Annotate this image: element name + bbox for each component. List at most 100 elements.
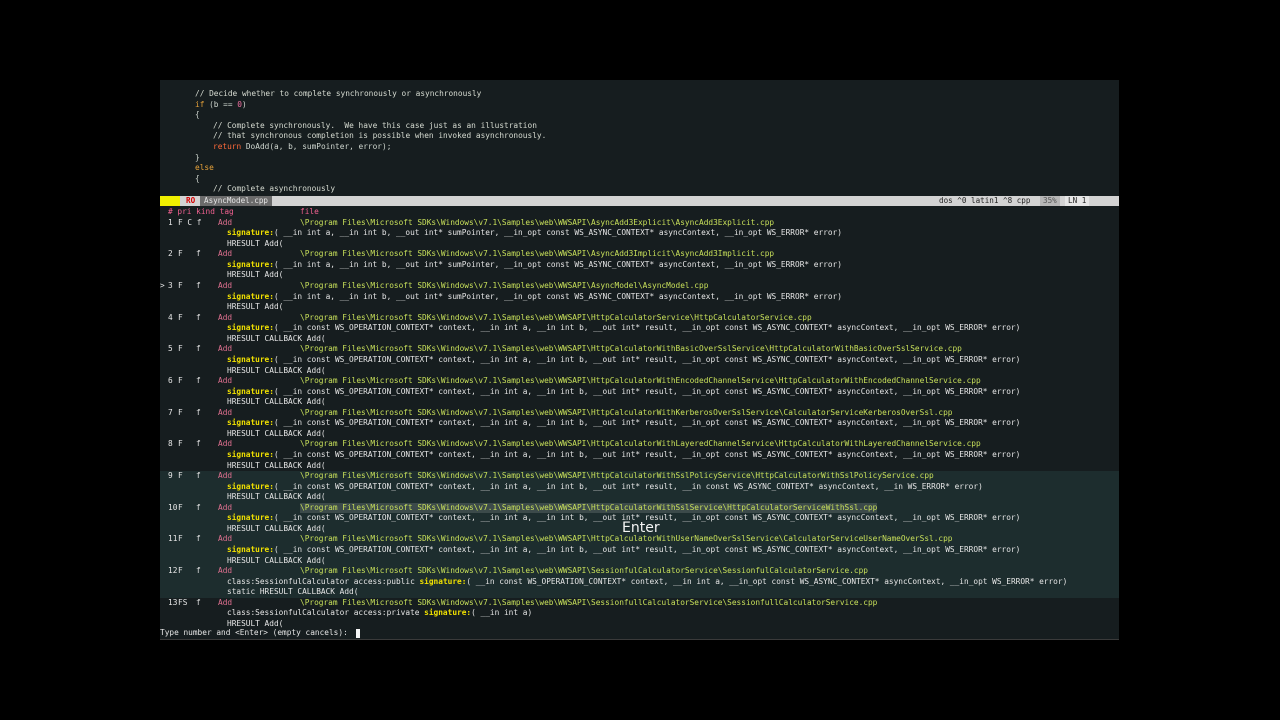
code-line: // Decide whether to complete synchronou… xyxy=(160,89,1119,100)
code-token: if xyxy=(195,99,205,109)
signature-prefix: class:SessionfulCalculator access:privat… xyxy=(227,608,425,618)
entry-pri: F xyxy=(178,471,183,481)
signature-keyword: signature: xyxy=(227,259,274,269)
status-line-number: LN 1 xyxy=(1065,196,1090,206)
entry-kind: f xyxy=(196,249,201,259)
entry-signature: class:SessionfulCalculator access:privat… xyxy=(227,608,532,619)
signature-text: ( __in const WS_OPERATION_CONTEXT* conte… xyxy=(273,386,1021,396)
entry-signature: signature:( __in const WS_OPERATION_CONT… xyxy=(227,545,1020,556)
entry-tag: Add xyxy=(218,312,233,322)
code-token: // Complete asynchronously xyxy=(213,184,336,194)
entry-pri: F xyxy=(178,280,183,290)
entry-kind: f xyxy=(196,597,201,607)
entry-signature: signature:( __in const WS_OPERATION_CONT… xyxy=(227,387,1020,398)
entry-pri: FS xyxy=(178,597,188,607)
status-filename: AsyncModel.cpp xyxy=(200,196,273,206)
tag-entry[interactable]: 1 F C f Add \Program Files\Microsoft SDKs\W… xyxy=(160,218,1119,250)
entry-number: 8 xyxy=(168,439,173,449)
entry-pri: F xyxy=(178,439,183,449)
status-encoding: dos ^0 latin1 ^8 cpp xyxy=(939,196,1031,205)
tag-entry[interactable]: 6 Ff Add \Program Files\Microsoft SDKs\Wind… xyxy=(160,376,1119,408)
signature-keyword: signature: xyxy=(227,418,274,428)
entry-file-path: \Program Files\Microsoft SDKs\Windows\v7… xyxy=(300,439,981,449)
tag-entry[interactable]: 11 Ff Add \Program Files\Microsoft SDKs\Win… xyxy=(160,534,1119,567)
signature-keyword: signature: xyxy=(227,481,274,491)
command-prompt[interactable]: Type number and <Enter> (empty cancels): xyxy=(160,628,361,639)
entry-file-path: \Program Files\Microsoft SDKs\Windows\v7… xyxy=(300,597,878,607)
tag-entry[interactable]: 8 Ff Add \Program Files\Microsoft SDKs\Wind… xyxy=(160,439,1119,471)
signature-keyword: signature: xyxy=(424,608,472,618)
code-token: ) xyxy=(241,99,247,109)
entry-tag: Add xyxy=(218,407,233,417)
entry-pri: F xyxy=(178,407,183,417)
header-file: file xyxy=(300,207,319,216)
code-token: return xyxy=(213,141,242,151)
entry-number: 11 xyxy=(168,534,178,544)
code-token: } xyxy=(195,152,200,162)
entry-pri: F xyxy=(178,249,183,259)
tag-entry[interactable]: 9 Ff Add \Program Files\Microsoft SDKs\Wind… xyxy=(160,471,1119,503)
tag-entry[interactable]: >3 Ff Add \Program Files\Microsoft SDKs\Win… xyxy=(160,281,1119,313)
entry-file-path: \Program Files\Microsoft SDKs\Windows\v7… xyxy=(300,217,775,227)
tag-entry[interactable]: 2 Ff Add \Program Files\Microsoft SDKs\Wind… xyxy=(160,249,1119,281)
terminal-window: // Decide whether to complete synchronou… xyxy=(160,80,1119,640)
entry-kind: f xyxy=(196,280,201,290)
entry-context: HRESULT Add( xyxy=(227,270,284,280)
entry-file-path: \Program Files\Microsoft SDKs\Windows\v7… xyxy=(300,502,878,514)
entry-file-path: \Program Files\Microsoft SDKs\Windows\v7… xyxy=(300,344,962,354)
entry-context: HRESULT CALLBACK Add( xyxy=(227,333,326,343)
signature-text: ( __in int a, __in int b, __out int* sum… xyxy=(273,228,842,238)
entry-number: 4 xyxy=(168,312,173,322)
entry-number: 7 xyxy=(168,407,173,417)
mode-indicator xyxy=(160,196,180,206)
readonly-flag: RO xyxy=(186,196,196,205)
entry-context: HRESULT CALLBACK Add( xyxy=(227,460,326,470)
entry-context: HRESULT CALLBACK Add( xyxy=(227,555,326,565)
entry-tag: Add xyxy=(218,344,233,354)
entry-tag: Add xyxy=(218,376,233,386)
code-line: // Complete synchronously. We have this … xyxy=(160,121,1119,132)
tag-entry[interactable]: 5 Ff Add \Program Files\Microsoft SDKs\Wind… xyxy=(160,344,1119,376)
entry-number: 13 xyxy=(168,597,178,607)
code-line: { xyxy=(160,174,1119,185)
status-line: RO AsyncModel.cpp dos ^0 latin1 ^8 cpp 3… xyxy=(160,196,1119,206)
header-columns: # pri kind tag xyxy=(168,207,234,216)
entry-number: 10 xyxy=(168,502,178,512)
tag-entry[interactable]: 4 Ff Add \Program Files\Microsoft SDKs\Wind… xyxy=(160,313,1119,345)
entry-pri: F xyxy=(178,502,183,512)
entry-pri: F xyxy=(178,534,183,544)
code-line: { xyxy=(160,110,1119,121)
code-line: // Complete asynchronously xyxy=(160,184,1119,195)
entry-kind: f xyxy=(196,534,201,544)
code-token: // Complete synchronously. We have this … xyxy=(213,120,537,130)
entry-signature: class:SessionfulCalculator access:public… xyxy=(227,577,1067,588)
code-token: (b == xyxy=(204,99,238,109)
signature-keyword: signature: xyxy=(419,576,467,586)
entry-context: HRESULT Add( xyxy=(227,238,284,248)
entry-tag: Add xyxy=(218,534,233,544)
keypress-overlay: Enter xyxy=(622,520,660,536)
entry-file-path: \Program Files\Microsoft SDKs\Windows\v7… xyxy=(300,566,868,576)
entry-signature: signature:( __in int a, __in int b, __ou… xyxy=(227,228,842,239)
entry-tag: Add xyxy=(218,217,233,227)
tag-entry[interactable]: 13 FS f Add \Program Files\Microsoft SDKs\Wi… xyxy=(160,598,1119,630)
entry-kind: f xyxy=(196,376,201,386)
entry-pri: F C f xyxy=(178,217,202,227)
entry-signature: signature:( __in const WS_OPERATION_CONT… xyxy=(227,355,1020,366)
tag-entry[interactable]: 12 Ff Add \Program Files\Microsoft SDKs\Win… xyxy=(160,566,1119,598)
code-line: else xyxy=(160,163,1119,174)
entry-kind: f xyxy=(196,471,201,481)
signature-text: ( __in int a, __in int b, __out int* sum… xyxy=(273,259,842,269)
signature-keyword: signature: xyxy=(227,386,274,396)
tag-entry[interactable]: 7 Ff Add \Program Files\Microsoft SDKs\Wind… xyxy=(160,408,1119,440)
signature-keyword: signature: xyxy=(227,228,274,238)
signature-text: ( __in int a, __in int b, __out int* sum… xyxy=(273,291,842,301)
code-token: else xyxy=(195,163,214,173)
entry-number: 5 xyxy=(168,344,173,354)
signature-keyword: signature: xyxy=(227,513,274,523)
entry-context: HRESULT CALLBACK Add( xyxy=(227,397,326,407)
code-token: // Decide whether to complete synchronou… xyxy=(195,89,482,98)
entry-tag: Add xyxy=(218,249,233,259)
code-pane: // Decide whether to complete synchronou… xyxy=(160,89,1119,195)
code-line: } xyxy=(160,153,1119,164)
